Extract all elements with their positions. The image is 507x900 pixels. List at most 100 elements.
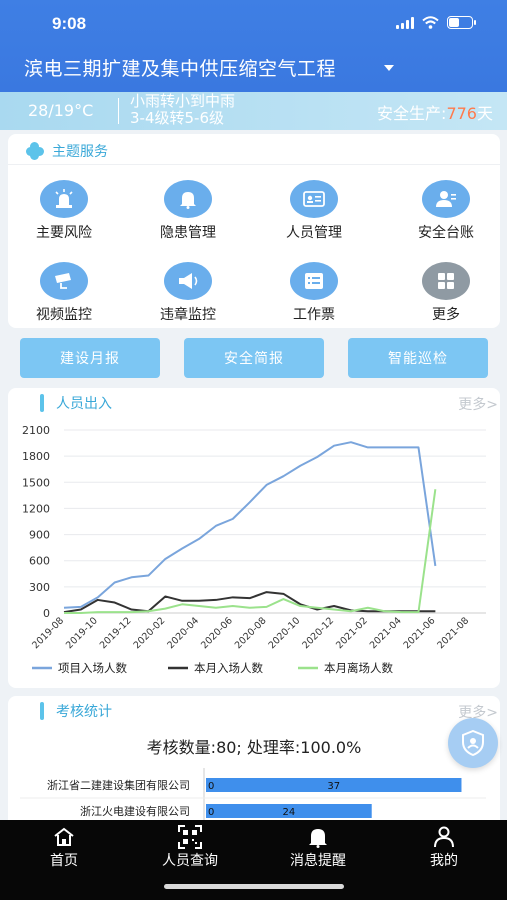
home-icon [14, 824, 114, 850]
x-tick-label: 2021-04 [368, 615, 404, 651]
series-line-1 [63, 441, 437, 609]
bell-icon [164, 180, 212, 218]
status-time: 9:08 [52, 14, 87, 33]
status-icons [396, 16, 476, 29]
clover-icon [26, 142, 44, 160]
service-more[interactable]: 更多 [396, 262, 496, 324]
user-ledger-icon [422, 180, 470, 218]
project-selector[interactable]: 滨电三期扩建及集中供压缩空气工程 [24, 54, 336, 81]
legend-label: 本月离场人数 [324, 661, 393, 675]
x-tick-label: 2020-06 [199, 615, 235, 651]
x-tick-label: 2021-02 [334, 615, 370, 651]
grid-icon [422, 262, 470, 300]
weather-temperature: 28/19°C [28, 101, 94, 120]
services-header: 主题服务 [26, 141, 108, 161]
bell-icon [268, 824, 368, 850]
x-tick-label: 2020-02 [132, 615, 168, 651]
bar-value-label: 37 [327, 781, 340, 792]
service-label: 视频监控 [36, 307, 92, 323]
floating-shield-button[interactable] [448, 718, 498, 768]
x-tick-label: 2020-08 [233, 615, 269, 651]
tab-messages[interactable]: 消息提醒 [268, 824, 368, 870]
tab-label: 人员查询 [162, 853, 218, 869]
service-violation[interactable]: 违章监控 [138, 262, 238, 324]
x-tick-label: 2021-06 [402, 615, 438, 651]
series-line-3 [64, 489, 437, 614]
x-tick-label: 2019-10 [64, 615, 100, 651]
service-video[interactable]: 视频监控 [14, 262, 114, 324]
tab-label: 消息提醒 [290, 853, 346, 869]
tab-label: 首页 [50, 853, 78, 869]
tab-home[interactable]: 首页 [14, 824, 114, 870]
signal-icon [396, 16, 414, 29]
shield-user-icon [462, 730, 484, 756]
bar-zero-label: 0 [208, 807, 214, 818]
legend-label: 项目入场人数 [58, 661, 127, 675]
series-line-2 [63, 591, 436, 614]
weather-divider [118, 98, 119, 124]
id-card-icon [290, 180, 338, 218]
megaphone-icon [164, 262, 212, 300]
services-title: 主题服务 [52, 144, 108, 160]
x-tick-label: 2019-12 [98, 615, 134, 651]
service-label: 违章监控 [160, 307, 216, 323]
wifi-icon [422, 16, 439, 29]
personnel-chart: 0 300 600 900 1200 1500 1800 2100 2019-082019-10… [22, 424, 486, 675]
personnel-card: 人员出入 更多> 0 300 600 900 1200 1500 1800 2100 2019-… [8, 388, 500, 688]
x-tick-label: 2020-04 [165, 615, 201, 651]
x-tick-label: 2020-10 [267, 615, 303, 651]
company-label: 浙江省二建建设集团有限公司 [47, 778, 190, 792]
chevron-down-icon[interactable] [384, 65, 394, 71]
safety-days-count: 776 [446, 104, 477, 123]
company-label: 浙江火电建设有限公司 [80, 804, 190, 818]
services-card: 主题服务 主要风险 隐患管理 人员管理 安全台账 视频监控 违章监控 工作票 更… [8, 134, 500, 328]
y-tick-label: 2100 [22, 424, 50, 437]
smart-inspection-button[interactable]: 智能巡检 [348, 338, 488, 378]
legend-label: 本月入场人数 [194, 661, 263, 675]
x-tick-label: 2020-12 [300, 615, 336, 651]
tab-profile[interactable]: 我的 [394, 824, 494, 870]
y-tick-label: 300 [29, 581, 50, 594]
service-label: 工作票 [293, 307, 335, 323]
service-personnel[interactable]: 人员管理 [264, 180, 364, 242]
weather-desc-line2: 3-4级转5-6级 [130, 109, 224, 127]
safety-label: 安全生产: [377, 104, 447, 123]
tab-personnel-query[interactable]: 人员查询 [140, 824, 240, 870]
assessment-card: 考核统计 更多> 考核数量:80; 处理率:100.0% 浙江省二建建设集团有限… [8, 696, 500, 836]
y-tick-label: 900 [29, 529, 50, 542]
user-icon [394, 824, 494, 850]
y-tick-label: 1500 [22, 476, 50, 489]
home-indicator [164, 884, 344, 889]
weather-description: 小雨转小到中雨 3-4级转5-6级 [130, 93, 235, 127]
safety-unit: 天 [476, 104, 493, 123]
monthly-report-button[interactable]: 建设月报 [20, 338, 160, 378]
service-ledger[interactable]: 安全台账 [396, 180, 496, 242]
service-label: 安全台账 [418, 225, 474, 241]
divider [8, 164, 500, 165]
service-hazard[interactable]: 隐患管理 [138, 180, 238, 242]
service-label: 人员管理 [286, 225, 342, 241]
bar-value-label: 24 [282, 807, 295, 818]
y-tick-label: 600 [29, 555, 50, 568]
app-header: 9:08 滨电三期扩建及集中供压缩空气工程 [0, 0, 507, 92]
assessment-bar-chart: 浙江省二建建设集团有限公司 0 37 浙江火电建设有限公司 0 24 [20, 768, 486, 836]
bar-zero-label: 0 [208, 781, 214, 792]
weather-desc-line1: 小雨转小到中雨 [130, 92, 236, 110]
ticket-icon [290, 262, 338, 300]
alarm-light-icon [40, 180, 88, 218]
service-work-ticket[interactable]: 工作票 [264, 262, 364, 324]
qr-code-icon [140, 824, 240, 850]
y-tick-label: 1800 [22, 450, 50, 463]
weather-bar: 28/19°C 小雨转小到中雨 3-4级转5-6级 安全生产:776天 [0, 92, 507, 130]
service-label: 主要风险 [36, 225, 92, 241]
tab-label: 我的 [430, 853, 458, 869]
safety-brief-button[interactable]: 安全简报 [184, 338, 324, 378]
camera-icon [40, 262, 88, 300]
battery-icon [447, 16, 476, 29]
service-main-risk[interactable]: 主要风险 [14, 180, 114, 242]
x-tick-label: 2021-08 [435, 615, 471, 651]
safety-days: 安全生产:776天 [377, 100, 493, 124]
y-tick-label: 1200 [22, 502, 50, 515]
x-tick-label: 2019-08 [30, 615, 66, 651]
service-label: 隐患管理 [160, 225, 216, 241]
